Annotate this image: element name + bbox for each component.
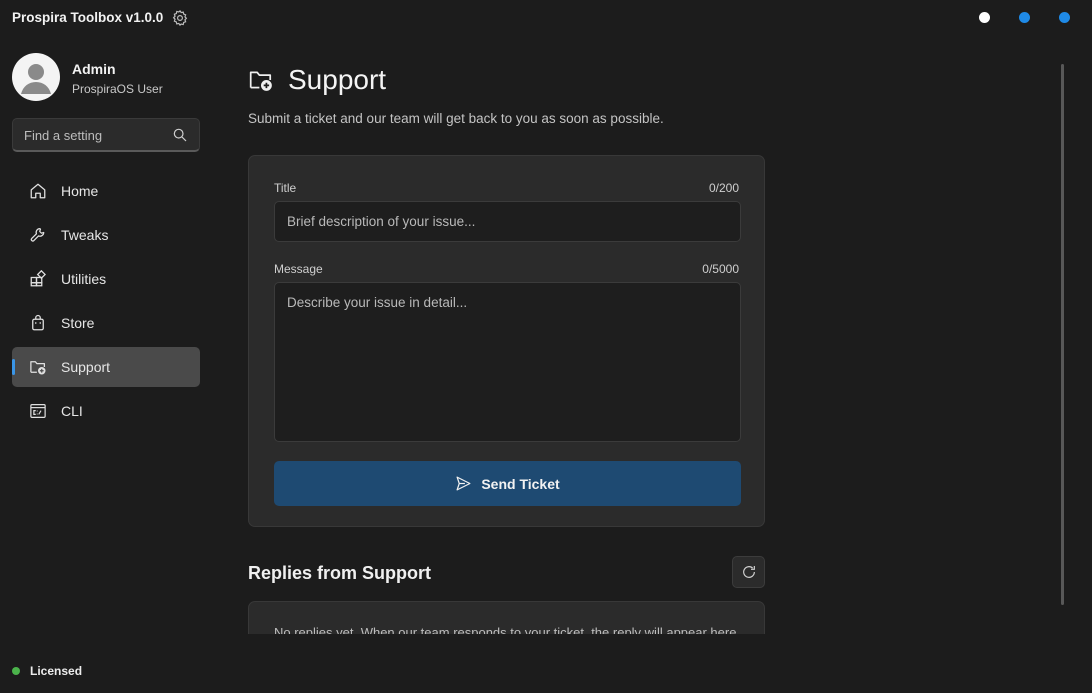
sidebar-item-label: Utilities <box>61 271 107 287</box>
refresh-icon <box>743 566 755 578</box>
grid-icon <box>30 270 46 287</box>
window-maximize-button[interactable] <box>1019 12 1030 23</box>
title-input[interactable] <box>274 201 741 242</box>
send-icon <box>456 476 471 491</box>
replies-viewport: No replies yet. When our team responds t… <box>248 601 765 634</box>
sidebar-item-store[interactable]: Store <box>12 303 200 343</box>
title-label: Title <box>274 181 297 195</box>
search-icon[interactable] <box>172 127 188 143</box>
send-ticket-label: Send Ticket <box>481 475 560 492</box>
sidebar-item-home[interactable]: Home <box>12 171 200 211</box>
shopping-bag-icon <box>32 314 44 331</box>
wrench-icon <box>30 227 45 242</box>
user-icon <box>21 64 51 94</box>
title-char-count: 0/200 <box>708 181 739 195</box>
window-close-button[interactable] <box>1059 12 1070 23</box>
message-char-count: 0/5000 <box>702 262 739 276</box>
main-scrollbar[interactable] <box>1061 64 1064 605</box>
ticket-form-card: Title 0/200 Message 0/5000 Send Ticket <box>248 155 765 527</box>
page-title: Support <box>288 64 387 95</box>
replies-empty-text: No replies yet. When our team responds t… <box>274 625 741 634</box>
profile-name: Admin <box>72 61 116 77</box>
sidebar-item-cli[interactable]: CLI <box>12 391 200 431</box>
sidebar-item-tweaks[interactable]: Tweaks <box>12 215 200 255</box>
page-subtitle: Submit a ticket and our team will get ba… <box>248 111 664 126</box>
home-icon <box>30 183 46 199</box>
sidebar-item-label: Home <box>61 183 99 199</box>
message-input[interactable] <box>274 282 741 442</box>
folder-add-icon <box>249 71 272 91</box>
window-minimize-button[interactable] <box>979 12 990 23</box>
sidebar-item-label: Tweaks <box>61 227 109 243</box>
license-label: Licensed <box>30 664 83 678</box>
search-box <box>12 118 200 152</box>
active-indicator <box>12 359 15 375</box>
message-label: Message <box>274 262 323 276</box>
send-ticket-button[interactable]: Send Ticket <box>274 461 741 506</box>
license-status-dot <box>12 667 20 675</box>
search-input[interactable] <box>13 119 163 151</box>
sidebar-nav: Home Tweaks Utilities Store Support CLI <box>12 171 200 435</box>
sidebar-item-label: Support <box>61 359 111 375</box>
replies-card: No replies yet. When our team responds t… <box>248 601 765 634</box>
sidebar-item-support[interactable]: Support <box>12 347 200 387</box>
app-title: Prospira Toolbox v1.0.0 <box>12 10 164 25</box>
gear-icon[interactable] <box>171 9 189 27</box>
sidebar-item-label: Store <box>61 315 95 331</box>
title-bar: Prospira Toolbox v1.0.0 <box>0 0 1092 36</box>
profile-subtitle: ProspiraOS User <box>72 82 163 96</box>
replies-heading: Replies from Support <box>248 563 432 583</box>
sidebar-item-utilities[interactable]: Utilities <box>12 259 200 299</box>
refresh-replies-button[interactable] <box>732 556 765 588</box>
folder-add-icon <box>30 361 46 375</box>
sidebar-item-label: CLI <box>61 403 83 419</box>
app-window: Prospira Toolbox v1.0.0 Admin ProspiraOS… <box>0 0 1092 693</box>
avatar <box>12 53 60 101</box>
terminal-icon <box>30 404 46 418</box>
